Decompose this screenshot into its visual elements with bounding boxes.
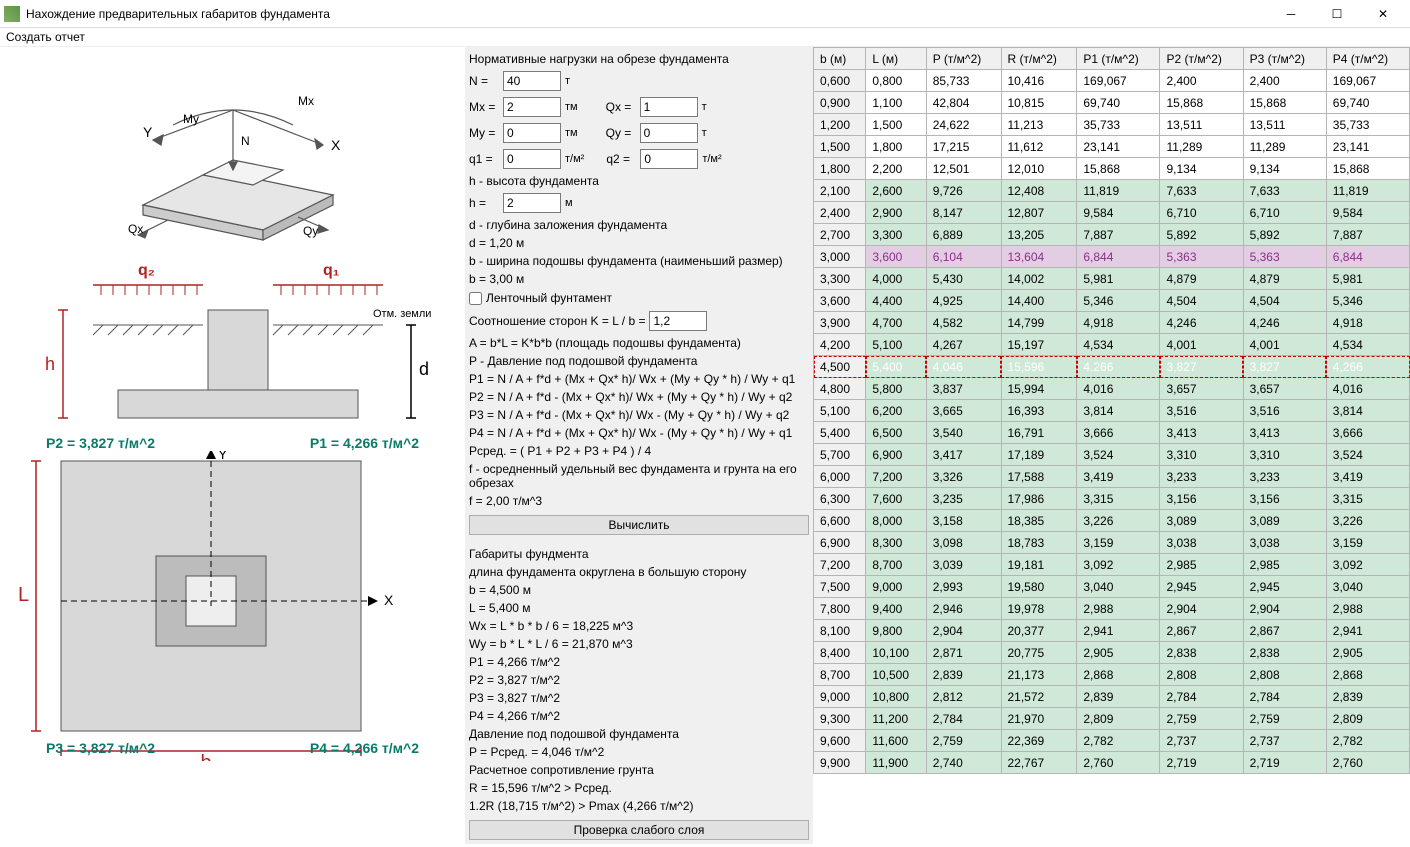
svg-text:X: X [331, 137, 341, 153]
input-K[interactable] [649, 311, 707, 331]
svg-text:N: N [241, 134, 250, 148]
table-row[interactable]: 6,9008,3003,09818,7833,1593,0383,0383,15… [814, 532, 1410, 554]
col-header[interactable]: P4 (т/м^2) [1326, 48, 1409, 70]
plan-diagram: X Y L b [6, 451, 426, 761]
input-N[interactable] [503, 71, 561, 91]
table-row[interactable]: 7,2008,7003,03919,1813,0922,9852,9853,09… [814, 554, 1410, 576]
table-row[interactable]: 9,90011,9002,74022,7672,7602,7192,7192,7… [814, 752, 1410, 774]
section-diagram: q₂ q₁ Отм. земли h d [23, 255, 443, 435]
table-row[interactable]: 0,9001,10042,80410,81569,74015,86815,868… [814, 92, 1410, 114]
table-row[interactable]: 8,70010,5002,83921,1732,8682,8082,8082,8… [814, 664, 1410, 686]
svg-text:L: L [18, 584, 29, 606]
table-row[interactable]: 5,7006,9003,41717,1893,5243,3103,3103,52… [814, 444, 1410, 466]
table-row[interactable]: 7,8009,4002,94619,9782,9882,9042,9042,98… [814, 598, 1410, 620]
maximize-button[interactable]: ☐ [1314, 0, 1360, 28]
input-q1[interactable] [503, 149, 561, 169]
menu-bar: Создать отчет [0, 28, 1410, 47]
diagram-pane: Mx My N X Y Qx Qy q₂ q₁ Отм. земли [0, 47, 465, 844]
table-row[interactable]: 3,0003,6006,10413,6046,8445,3635,3636,84… [814, 246, 1410, 268]
svg-text:q₁: q₁ [323, 262, 340, 279]
table-row[interactable]: 0,6000,80085,73310,416169,0672,4002,4001… [814, 70, 1410, 92]
p2-label: P2 = 3,827 т/м^2 [46, 435, 155, 451]
table-row[interactable]: 6,0007,2003,32617,5883,4193,2333,2333,41… [814, 466, 1410, 488]
col-header[interactable]: L (м) [866, 48, 926, 70]
isometric-diagram: Mx My N X Y Qx Qy [73, 55, 393, 255]
window-title: Нахождение предварительных габаритов фун… [26, 7, 1268, 21]
table-row[interactable]: 3,3004,0005,43014,0025,9814,8794,8795,98… [814, 268, 1410, 290]
table-row[interactable]: 5,1006,2003,66516,3933,8143,5163,5163,81… [814, 400, 1410, 422]
p4-label: P4 = 4,266 т/м^2 [310, 740, 419, 756]
table-row[interactable]: 1,5001,80017,21511,61223,14111,28911,289… [814, 136, 1410, 158]
table-row[interactable]: 7,5009,0002,99319,5803,0402,9452,9453,04… [814, 576, 1410, 598]
table-row[interactable]: 2,1002,6009,72612,40811,8197,6337,63311,… [814, 180, 1410, 202]
close-button[interactable]: ✕ [1360, 0, 1406, 28]
table-row[interactable]: 2,7003,3006,88913,2057,8875,8925,8927,88… [814, 224, 1410, 246]
table-row[interactable]: 6,6008,0003,15818,3853,2263,0893,0893,22… [814, 510, 1410, 532]
table-row[interactable]: 2,4002,9008,14712,8079,5846,7106,7109,58… [814, 202, 1410, 224]
table-row[interactable]: 4,2005,1004,26715,1974,5344,0014,0014,53… [814, 334, 1410, 356]
results-table-pane: b (м)L (м)P (т/м^2)R (т/м^2)P1 (т/м^2)P2… [813, 47, 1410, 844]
col-header[interactable]: P2 (т/м^2) [1160, 48, 1243, 70]
svg-text:X: X [384, 592, 394, 608]
svg-text:Qx: Qx [128, 222, 143, 236]
input-My[interactable] [503, 123, 561, 143]
app-icon [4, 6, 20, 22]
table-row[interactable]: 9,30011,2002,78421,9702,8092,7592,7592,8… [814, 708, 1410, 730]
svg-text:Y: Y [143, 124, 153, 140]
col-header[interactable]: b (м) [814, 48, 866, 70]
strip-checkbox[interactable] [469, 292, 482, 305]
col-header[interactable]: P1 (т/м^2) [1077, 48, 1160, 70]
col-header[interactable]: P3 (т/м^2) [1243, 48, 1326, 70]
input-pane: Нормативные нагрузки на обрезе фундамент… [465, 47, 813, 844]
col-header[interactable]: R (т/м^2) [1001, 48, 1077, 70]
table-row[interactable]: 1,2001,50024,62211,21335,73313,51113,511… [814, 114, 1410, 136]
weak-layer-button[interactable]: Проверка слабого слоя [469, 820, 809, 840]
svg-text:b: b [200, 752, 211, 761]
input-Qy[interactable] [640, 123, 698, 143]
table-row[interactable]: 1,8002,20012,50112,01015,8689,1349,13415… [814, 158, 1410, 180]
minimize-button[interactable]: ─ [1268, 0, 1314, 28]
svg-text:Mx: Mx [298, 94, 314, 108]
table-row[interactable]: 6,3007,6003,23517,9863,3153,1563,1563,31… [814, 488, 1410, 510]
input-q2[interactable] [640, 149, 698, 169]
input-Qx[interactable] [640, 97, 698, 117]
input-h[interactable] [503, 193, 561, 213]
table-row[interactable]: 3,6004,4004,92514,4005,3464,5044,5045,34… [814, 290, 1410, 312]
results-table[interactable]: b (м)L (м)P (т/м^2)R (т/м^2)P1 (т/м^2)P2… [813, 47, 1410, 774]
svg-text:Y: Y [218, 451, 228, 462]
table-row[interactable]: 9,00010,8002,81221,5722,8392,7842,7842,8… [814, 686, 1410, 708]
p3-label: P3 = 3,827 т/м^2 [46, 740, 155, 756]
table-row[interactable]: 5,4006,5003,54016,7913,6663,4133,4133,66… [814, 422, 1410, 444]
svg-text:Отм. земли: Отм. земли [373, 308, 431, 320]
loads-heading: Нормативные нагрузки на обрезе фундамент… [469, 52, 809, 66]
table-row[interactable]: 8,40010,1002,87120,7752,9052,8382,8382,9… [814, 642, 1410, 664]
calculate-button[interactable]: Вычислить [469, 515, 809, 535]
input-Mx[interactable] [503, 97, 561, 117]
svg-text:My: My [183, 112, 199, 126]
col-header[interactable]: P (т/м^2) [926, 48, 1001, 70]
table-row[interactable]: 4,8005,8003,83715,9944,0163,6573,6574,01… [814, 378, 1410, 400]
svg-text:q₂: q₂ [138, 262, 155, 279]
svg-text:h: h [45, 354, 55, 374]
menu-create-report[interactable]: Создать отчет [6, 30, 85, 44]
svg-text:Qy: Qy [303, 224, 318, 238]
title-bar: Нахождение предварительных габаритов фун… [0, 0, 1410, 28]
table-row[interactable]: 9,60011,6002,75922,3692,7822,7372,7372,7… [814, 730, 1410, 752]
p1-label: P1 = 4,266 т/м^2 [310, 435, 419, 451]
table-row[interactable]: 3,9004,7004,58214,7994,9184,2464,2464,91… [814, 312, 1410, 334]
table-row[interactable]: 4,5005,4004,04615,5964,2663,8273,8274,26… [814, 356, 1410, 378]
svg-text:d: d [419, 359, 429, 379]
table-row[interactable]: 8,1009,8002,90420,3772,9412,8672,8672,94… [814, 620, 1410, 642]
